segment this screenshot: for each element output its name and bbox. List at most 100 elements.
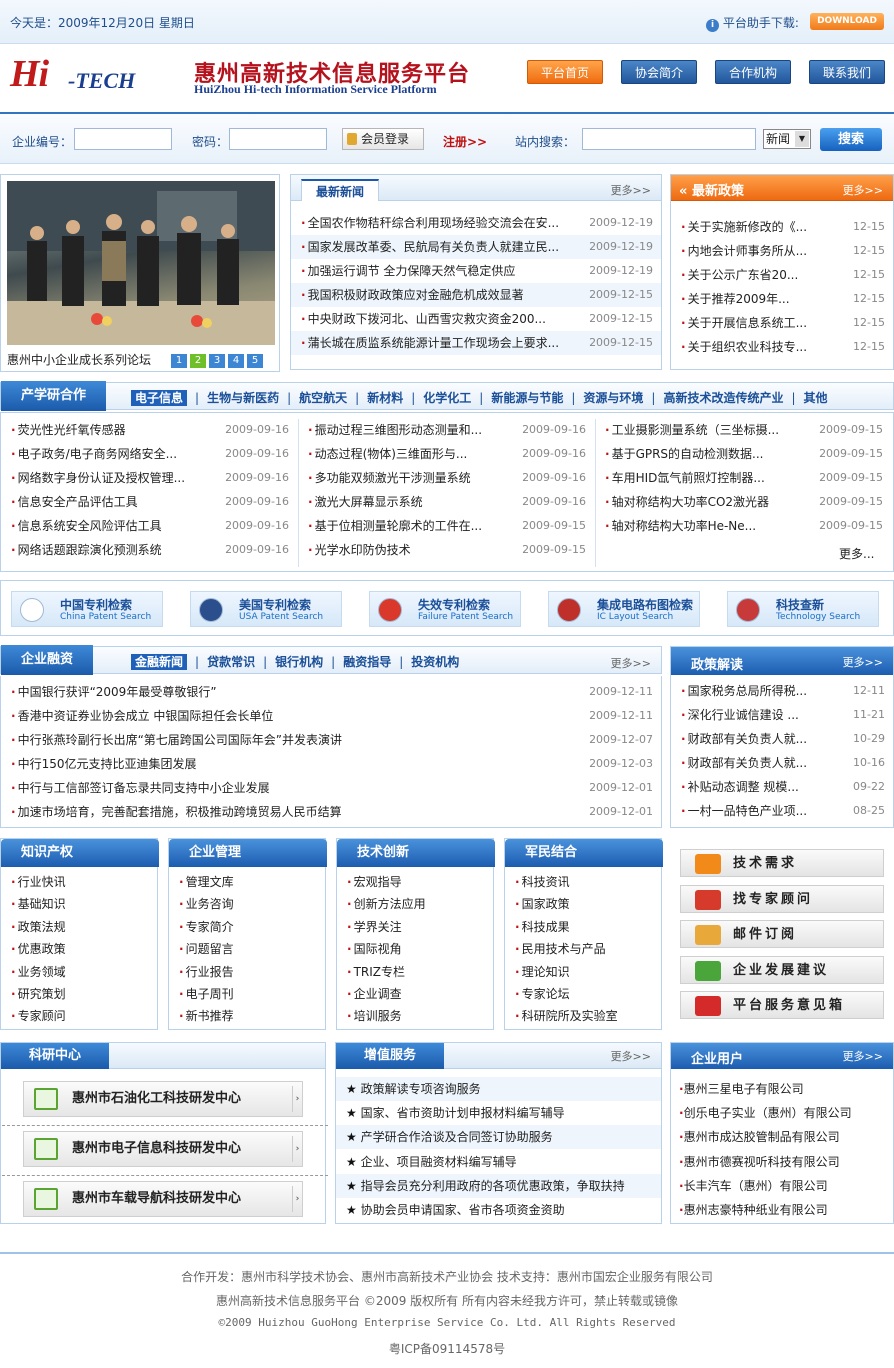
column-item[interactable]: 基础知识 (11, 893, 66, 915)
service-item[interactable]: 协助会员申请国家、省市各项资金资助 (336, 1198, 661, 1222)
news-more-link[interactable]: 更多>> (611, 182, 651, 198)
enterprise-user-item[interactable]: ·创乐电子实业（惠州）有限公司 (679, 1101, 852, 1125)
research-center-item[interactable]: 惠州市车载导航科技研发中心 › (23, 1181, 303, 1217)
tab-latest-news[interactable]: 最新新闻 (301, 179, 380, 201)
hitech-logo[interactable]: Hi -TECH (10, 52, 182, 98)
cxy-title[interactable]: 网络数字身份认证及授权管理... (11, 466, 185, 490)
policy-title[interactable]: 内地会计师事务所从... (681, 239, 807, 263)
enterprise-user-item[interactable]: ·惠州市成达胶管制品有限公司 (679, 1125, 840, 1149)
finance-title[interactable]: 中行张燕玲副行长出席“第七届跨国公司国际年会”并发表演讲 (11, 728, 342, 752)
column-item[interactable]: 理论知识 (515, 961, 570, 983)
service-item[interactable]: 产学研合作洽谈及合同签订协助服务 (336, 1125, 661, 1150)
subtab-7[interactable]: 高新技术改造传统产业 (663, 391, 783, 405)
column-item[interactable]: 业务咨询 (179, 893, 234, 915)
policy-read-title[interactable]: 补贴动态调整 规模... (681, 775, 799, 799)
policy-title[interactable]: 关于公示广东省20... (681, 263, 799, 287)
nav-partners[interactable]: 合作机构 (715, 60, 791, 84)
search-category-select[interactable]: 新闻 (763, 129, 811, 149)
finance-title[interactable]: 中行150亿元支持比亚迪集团发展 (11, 752, 197, 776)
news-title[interactable]: 蒲长城在质监系统能源计量工作现场会上要求... (301, 331, 559, 355)
cxy-more-link[interactable]: 更多... (839, 545, 874, 562)
cxy-title[interactable]: 电子政务/电子商务网络安全... (11, 442, 178, 466)
download-button[interactable]: DOWNLOAD (810, 13, 884, 30)
column-item[interactable]: 新书推荐 (179, 1005, 234, 1027)
column-item[interactable]: 科技成果 (515, 916, 570, 938)
column-item[interactable]: 研究策划 (11, 983, 66, 1005)
enterprise-user-item[interactable]: ·长丰汽车（惠州）有限公司 (679, 1174, 828, 1198)
column-item[interactable]: 学界关注 (347, 916, 402, 938)
pager-1[interactable]: 1 (171, 354, 187, 368)
services-more-link[interactable]: 更多>> (611, 1048, 651, 1064)
cxy-title[interactable]: 网络话题跟踪演化预测系统 (11, 538, 162, 562)
finance-title[interactable]: 中国银行获评“2009年最受尊敬银行” (11, 680, 217, 704)
subtab-6[interactable]: 资源与环境 (583, 391, 643, 405)
policy-more-link[interactable]: 更多>> (843, 182, 883, 198)
search-box-1[interactable]: 美国专利检索 USA Patent Search (190, 591, 342, 627)
enterprise-user-item[interactable]: ·惠州三星电子有限公司 (679, 1077, 804, 1101)
member-login-button[interactable]: 会员登录 (342, 128, 424, 150)
service-item[interactable]: 国家、省市资助计划申报材料编写辅导 (336, 1101, 661, 1125)
subtab-1[interactable]: 生物与新医药 (207, 391, 279, 405)
research-center-item[interactable]: 惠州市石油化工科技研发中心 › (2, 1081, 328, 1126)
cxy-title[interactable]: 激光大屏幕显示系统 (308, 490, 423, 514)
nav-home[interactable]: 平台首页 (527, 60, 603, 84)
column-item[interactable]: 科研院所及实验室 (515, 1005, 618, 1027)
cxy-title[interactable]: 光学水印防伪技术 (308, 538, 411, 562)
column-item[interactable]: 国际视角 (347, 938, 402, 960)
column-item[interactable]: 专家顾问 (11, 1005, 66, 1027)
subtab-4[interactable]: 投资机构 (411, 655, 459, 669)
subtab-3[interactable]: 新材料 (367, 391, 403, 405)
cxy-title[interactable]: 基于GPRS的自动检测数据... (605, 442, 764, 466)
pager-5[interactable]: 5 (247, 354, 263, 368)
enterprise-user-item[interactable]: ·惠州市德赛视听科技有限公司 (679, 1150, 840, 1174)
column-title[interactable]: 军民结合 (505, 839, 663, 867)
policy-title[interactable]: 关于实施新修改的《... (681, 215, 807, 239)
search-button[interactable]: 搜索 (820, 128, 882, 151)
column-item[interactable]: 政策法规 (11, 916, 66, 938)
policy-title[interactable]: 关于组织农业科技专... (681, 335, 807, 359)
search-box-2[interactable]: 失效专利检索 Failure Patent Search (369, 591, 521, 627)
company-id-input[interactable] (74, 128, 172, 150)
column-item[interactable]: 行业报告 (179, 961, 234, 983)
policy-read-title[interactable]: 深化行业诚信建设 ... (681, 703, 799, 727)
service-item[interactable]: 政策解读专项咨询服务 (336, 1077, 661, 1101)
subtab-5[interactable]: 新能源与节能 (491, 391, 563, 405)
policy-title[interactable]: 关于开展信息系统工... (681, 311, 807, 335)
search-box-4[interactable]: 科技查新 Technology Search (727, 591, 879, 627)
column-item[interactable]: 专家论坛 (515, 983, 570, 1005)
research-center-item[interactable]: 惠州市电子信息科技研发中心 › (2, 1131, 328, 1176)
pager-2[interactable]: 2 (190, 354, 206, 368)
news-title[interactable]: 国家发展改革委、民航局有关负责人就建立民... (301, 235, 559, 259)
news-title[interactable]: 全国农作物秸秆综合利用现场经验交流会在安... (301, 211, 559, 235)
finance-more-link[interactable]: 更多>> (611, 655, 651, 671)
column-item[interactable]: 问题留言 (179, 938, 234, 960)
quick-button-2[interactable]: 邮件订阅 (680, 920, 884, 948)
service-item[interactable]: 指导会员充分利用政府的各项优惠政策，争取扶持 (336, 1173, 661, 1198)
pager-4[interactable]: 4 (228, 354, 244, 368)
enterprise-user-item[interactable]: ·惠州志豪特种纸业有限公司 (679, 1198, 828, 1222)
cxy-title[interactable]: 动态过程(物体)三维面形与... (308, 442, 468, 466)
cxy-title[interactable]: 信息系统安全风险评估工具 (11, 514, 162, 538)
column-item[interactable]: 创新方法应用 (347, 893, 426, 915)
finance-title[interactable]: 香港中资证券业协会成立 中银国际担任会长单位 (11, 704, 274, 728)
nav-association[interactable]: 协会简介 (621, 60, 697, 84)
subtab-2[interactable]: 银行机构 (275, 655, 323, 669)
column-item[interactable]: 企业调查 (347, 983, 402, 1005)
register-link[interactable]: 注册>> (443, 133, 487, 150)
subtab-2[interactable]: 航空航天 (299, 391, 347, 405)
cxy-title[interactable]: 基于位相测量轮廓术的工件在... (308, 514, 482, 538)
policy-read-title[interactable]: 国家税务总局所得税... (681, 679, 807, 703)
nav-contact[interactable]: 联系我们 (809, 60, 885, 84)
policy-read-title[interactable]: 财政部有关负责人就... (681, 751, 807, 775)
finance-title[interactable]: 加速市场培育，完善配套措施，积极推动跨境贸易人民币结算 (11, 800, 342, 824)
subtab-0[interactable]: 电子信息 (131, 390, 188, 406)
policy-read-more-link[interactable]: 更多>> (843, 654, 883, 670)
subtab-1[interactable]: 贷款常识 (207, 655, 255, 669)
password-input[interactable] (229, 128, 327, 150)
column-item[interactable]: 科技资讯 (515, 871, 570, 893)
column-item[interactable]: 国家政策 (515, 893, 570, 915)
quick-button-4[interactable]: 平台服务意见箱 (680, 991, 884, 1019)
column-item[interactable]: 宏观指导 (347, 871, 402, 893)
column-item[interactable]: 行业快讯 (11, 871, 66, 893)
pager-3[interactable]: 3 (209, 354, 225, 368)
